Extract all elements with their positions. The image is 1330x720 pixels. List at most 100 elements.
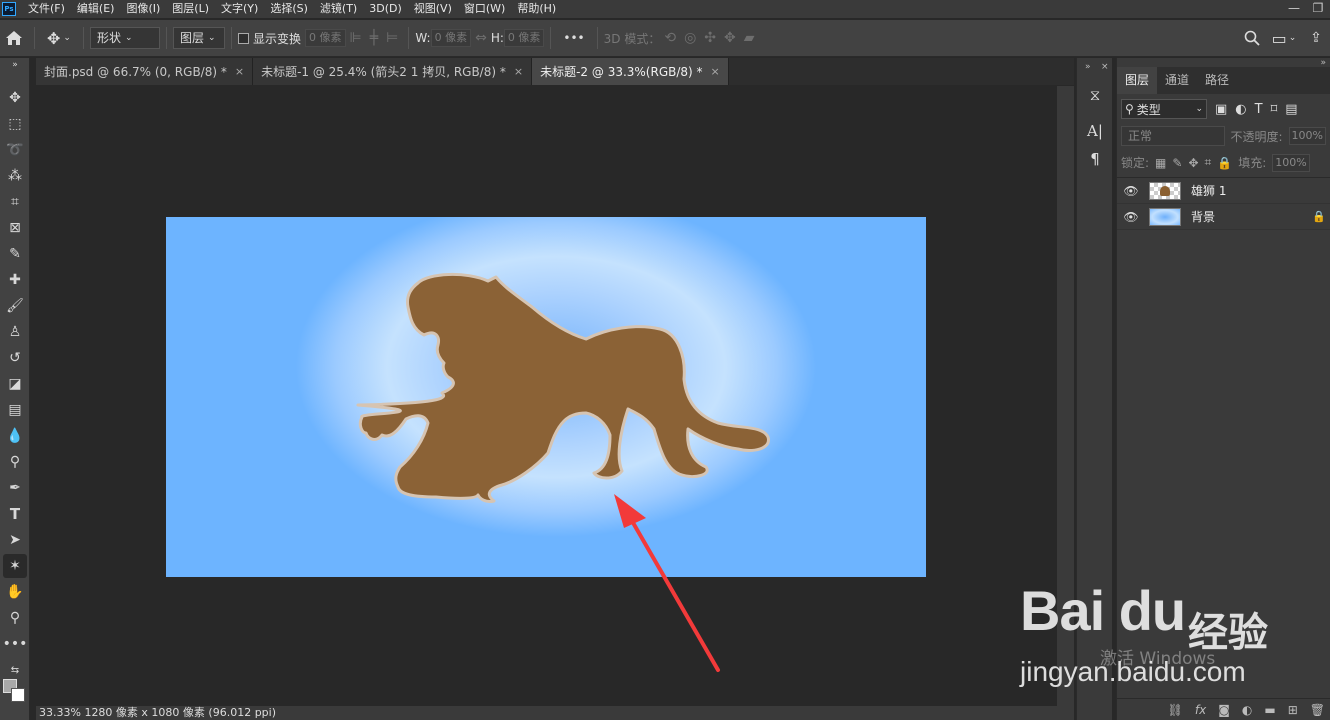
width-field[interactable]: 0 像素	[430, 29, 472, 47]
align-left-icon[interactable]: ⊫	[346, 30, 366, 46]
opacity-field[interactable]: 100%	[1288, 127, 1326, 145]
fx-icon[interactable]: fx	[1195, 703, 1206, 717]
minimize-button[interactable]: —	[1282, 0, 1306, 18]
path-selection-tool-icon[interactable]: ➤	[3, 528, 27, 552]
new-layer-icon[interactable]: ⊞	[1288, 703, 1298, 717]
adjustment-layer-icon[interactable]: ◐	[1242, 703, 1252, 717]
close-icon[interactable]: ×	[514, 65, 523, 78]
menu-window[interactable]: 窗口(W)	[458, 0, 511, 18]
lion-shape[interactable]	[166, 217, 926, 577]
collapse-icon[interactable]: »	[3, 60, 27, 70]
menu-layer[interactable]: 图层(L)	[166, 0, 215, 18]
move-tool-preset-icon[interactable]: ✥ ⌄	[41, 24, 77, 52]
eye-icon[interactable]: 👁	[1123, 210, 1139, 224]
filter-type-select[interactable]: ⚲ 类型 ⌄	[1121, 99, 1207, 119]
lasso-tool-icon[interactable]: ➰	[3, 138, 27, 162]
close-icon[interactable]: ×	[1101, 62, 1109, 72]
blend-mode-select[interactable]: 正常	[1121, 126, 1225, 146]
expand-panels-icon[interactable]: »	[1085, 62, 1091, 72]
pen-tool-icon[interactable]: ✒	[3, 476, 27, 500]
filter-type-icon[interactable]: T	[1255, 102, 1263, 117]
marquee-tool-icon[interactable]: ⬚	[3, 112, 27, 136]
menu-file[interactable]: 文件(F)	[22, 0, 71, 18]
hand-tool-icon[interactable]: ✋	[3, 580, 27, 604]
tab-paths[interactable]: 路径	[1197, 67, 1237, 94]
paragraph-panel-icon[interactable]: ¶	[1083, 150, 1107, 172]
share-icon[interactable]: ⇪	[1302, 24, 1330, 52]
layer-row-background[interactable]: 👁 背景 🔒	[1117, 204, 1330, 230]
menu-3d[interactable]: 3D(D)	[363, 0, 408, 18]
menu-view[interactable]: 视图(V)	[408, 0, 458, 18]
align-center-icon[interactable]: ╪	[366, 30, 382, 46]
height-field[interactable]: 0 像素	[503, 29, 545, 47]
mode-select[interactable]: 形状 ⌄	[90, 27, 160, 49]
dodge-tool-icon[interactable]: ⚲	[3, 450, 27, 474]
menu-edit[interactable]: 编辑(E)	[71, 0, 121, 18]
filter-smart-object-icon[interactable]: ▤	[1285, 102, 1297, 117]
filter-pixel-icon[interactable]: ▣	[1215, 102, 1227, 117]
trash-icon[interactable]: 🗑	[1310, 703, 1325, 717]
history-brush-tool-icon[interactable]: ↺	[3, 346, 27, 370]
document-canvas[interactable]	[166, 217, 926, 577]
close-icon[interactable]: ×	[235, 65, 244, 78]
more-options-button[interactable]: •••	[557, 31, 590, 45]
align-right-icon[interactable]: ⊨	[382, 30, 402, 46]
crop-tool-icon[interactable]: ⌗	[3, 190, 27, 214]
character-panel-icon[interactable]: A|	[1083, 122, 1107, 144]
filter-shape-icon[interactable]: ⌑	[1271, 102, 1278, 117]
history-panel-icon[interactable]: ⧖	[1083, 86, 1107, 108]
zoom-tool-icon[interactable]: ⚲	[3, 606, 27, 630]
doc-tab-cover[interactable]: 封面.psd @ 66.7% (0, RGB/8) * ×	[36, 58, 254, 85]
search-icon[interactable]	[1238, 24, 1266, 52]
restore-button[interactable]: ❐	[1306, 0, 1330, 18]
lock-position-icon[interactable]: ✥	[1188, 156, 1198, 170]
fill-field[interactable]: 100%	[1272, 153, 1310, 172]
doc-tab-untitled-2[interactable]: 未标题-2 @ 33.3%(RGB/8) * ×	[532, 58, 729, 85]
move-tool-icon[interactable]: ✥	[3, 86, 27, 110]
close-icon[interactable]: ×	[711, 65, 720, 78]
menu-select[interactable]: 选择(S)	[264, 0, 314, 18]
background-color-swatch[interactable]	[11, 688, 25, 702]
3d-pan-icon[interactable]: ✣	[700, 30, 720, 46]
gradient-tool-icon[interactable]: ▤	[3, 398, 27, 422]
layer-select[interactable]: 图层 ⌄	[173, 27, 225, 49]
menu-type[interactable]: 文字(Y)	[215, 0, 264, 18]
eraser-tool-icon[interactable]: ◪	[3, 372, 27, 396]
brush-tool-icon[interactable]: 🖌	[3, 294, 27, 318]
new-group-icon[interactable]: ▬	[1264, 703, 1275, 717]
3d-roll-icon[interactable]: ◎	[680, 30, 700, 46]
clone-stamp-tool-icon[interactable]: ♙	[3, 320, 27, 344]
home-icon[interactable]	[0, 24, 28, 52]
lock-artboard-icon[interactable]: ⌗	[1205, 155, 1212, 170]
3d-slide-icon[interactable]: ✥	[720, 30, 740, 46]
type-tool-icon[interactable]: T	[3, 502, 27, 526]
link-icon[interactable]: ⇔	[471, 30, 491, 46]
doc-tab-untitled-1[interactable]: 未标题-1 @ 25.4% (箭头2 1 拷贝, RGB/8) * ×	[253, 58, 533, 85]
layer-row-lion[interactable]: 👁 雄狮 1	[1117, 178, 1330, 204]
lock-paint-icon[interactable]: ✎	[1172, 156, 1182, 170]
add-mask-icon[interactable]: ◙	[1218, 703, 1230, 717]
magic-wand-tool-icon[interactable]: ⁂	[3, 164, 27, 188]
blur-tool-icon[interactable]: 💧	[3, 424, 27, 448]
lock-all-icon[interactable]: 🔒	[1217, 156, 1232, 170]
custom-shape-tool-icon[interactable]: ✶	[3, 554, 27, 578]
3d-camera-icon[interactable]: ▰	[740, 30, 759, 46]
eye-icon[interactable]: 👁	[1123, 184, 1139, 198]
eyedropper-tool-icon[interactable]: ✎	[3, 242, 27, 266]
lock-transparent-icon[interactable]: ▦	[1155, 156, 1166, 170]
menu-filter[interactable]: 滤镜(T)	[314, 0, 363, 18]
3d-orbit-icon[interactable]: ⟲	[660, 30, 680, 46]
collapse-icon[interactable]: »	[1320, 58, 1326, 68]
healing-brush-tool-icon[interactable]: ✚	[3, 268, 27, 292]
link-layers-icon[interactable]: ⛓	[1168, 703, 1183, 717]
stroke-width-field[interactable]: 0 像素	[305, 29, 346, 47]
tab-layers[interactable]: 图层	[1117, 67, 1158, 94]
more-tools-icon[interactable]: •••	[3, 632, 28, 656]
frame-tool-icon[interactable]: ⊠	[3, 216, 27, 240]
workspace-icon[interactable]: ▭ ⌄	[1266, 24, 1302, 52]
tab-channels[interactable]: 通道	[1157, 67, 1197, 94]
menu-image[interactable]: 图像(I)	[120, 0, 166, 18]
filter-adjustment-icon[interactable]: ◐	[1235, 102, 1246, 117]
show-transform-checkbox[interactable]	[238, 32, 249, 44]
menu-help[interactable]: 帮助(H)	[511, 0, 562, 18]
